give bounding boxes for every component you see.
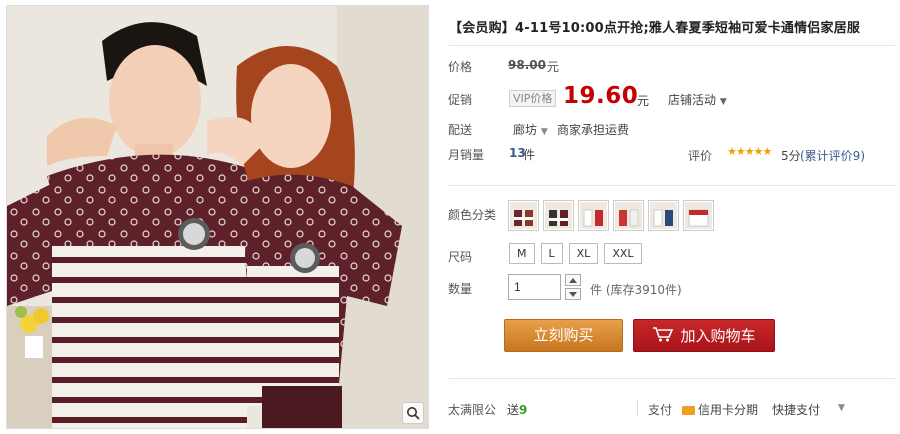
quantity-decrease-button[interactable] [565, 288, 581, 300]
size-option-m[interactable]: M [509, 243, 535, 264]
color-swatch[interactable] [613, 200, 644, 231]
add-to-cart-button[interactable]: 加入购物车 [633, 319, 775, 352]
rating-score: 5分 [781, 149, 801, 163]
size-option-list: M L XL XXL [509, 243, 642, 264]
rating-count-link[interactable]: (累计评价9) [800, 147, 865, 164]
payment-label: 支付 [648, 403, 673, 417]
color-swatch[interactable] [508, 200, 539, 231]
buy-now-button[interactable]: 立刻购买 [504, 319, 623, 352]
product-main-image[interactable] [6, 5, 429, 429]
shipping-note: 商家承担运费 [557, 123, 630, 137]
divider [449, 185, 895, 186]
credit-installment-option[interactable]: 信用卡分期 [682, 401, 758, 418]
chevron-down-icon: ▼ [540, 127, 548, 137]
color-swatch-list [508, 200, 714, 231]
currency-unit: 元 [547, 60, 560, 74]
shipping-label: 配送 [448, 123, 473, 137]
size-option-xl[interactable]: XL [568, 243, 599, 264]
gift-prefix: 送 [507, 403, 520, 417]
promo-currency: 元 [637, 94, 650, 108]
chevron-down-icon[interactable]: ▼ [838, 403, 845, 413]
color-swatch[interactable] [683, 200, 714, 231]
size-label: 尺码 [448, 250, 473, 264]
credit-card-icon [682, 406, 695, 415]
divider [637, 400, 638, 416]
size-option-l[interactable]: L [540, 243, 563, 264]
vip-price-tag: VIP价格 [509, 90, 557, 107]
divider [449, 378, 895, 379]
shop-activity-label: 店铺活动 [668, 93, 717, 107]
monthly-sales-label: 月销量 [448, 148, 485, 162]
color-swatch[interactable] [543, 200, 574, 231]
add-to-cart-label: 加入购物车 [680, 327, 756, 345]
promo-price: 19.60 [563, 83, 639, 109]
star-rating-icon: ★★★★★ [727, 145, 772, 158]
quick-pay-option[interactable]: 快捷支付 [772, 401, 820, 418]
price-label: 价格 [448, 60, 473, 74]
size-option-xxl[interactable]: XXL [604, 243, 642, 264]
divider [449, 45, 895, 46]
promo-label: 促销 [448, 93, 473, 107]
gift-number: 9 [519, 403, 528, 417]
color-swatch[interactable] [578, 200, 609, 231]
quantity-input[interactable] [508, 274, 561, 300]
quantity-increase-button[interactable] [565, 274, 581, 286]
shopping-cart-icon [652, 326, 674, 346]
ship-city-label: 廊坊 [513, 123, 538, 137]
color-swatch[interactable] [648, 200, 679, 231]
credit-installment-label: 信用卡分期 [698, 403, 759, 417]
quick-pay-label: 快捷支付 [772, 403, 821, 417]
product-title: 【会员购】4-11号10:00点开抢;雅人春夏季短袖可爱卡通情侣家居服 [449, 21, 861, 36]
gift-label: 太满限公 [448, 403, 497, 417]
quantity-label: 数量 [448, 282, 473, 296]
product-photo-illustration [7, 6, 428, 428]
monthly-sales-unit: 件 [523, 148, 536, 162]
shop-activity-dropdown[interactable]: 店铺活动 ▼ [668, 91, 727, 108]
chevron-down-icon: ▼ [719, 97, 727, 107]
rating-label: 评价 [688, 149, 713, 163]
stock-text: 件 (库存3910件) [590, 283, 682, 297]
color-label: 颜色分类 [448, 208, 497, 222]
original-price: 98.00 [508, 58, 546, 72]
zoom-icon[interactable] [402, 402, 424, 424]
ship-city-selector[interactable]: 廊坊 ▼ [513, 121, 548, 138]
gift-value: 送9 [507, 401, 527, 418]
product-detail-panel: 【会员购】4-11号10:00点开抢;雅人春夏季短袖可爱卡通情侣家居服 价格 9… [441, 0, 896, 434]
